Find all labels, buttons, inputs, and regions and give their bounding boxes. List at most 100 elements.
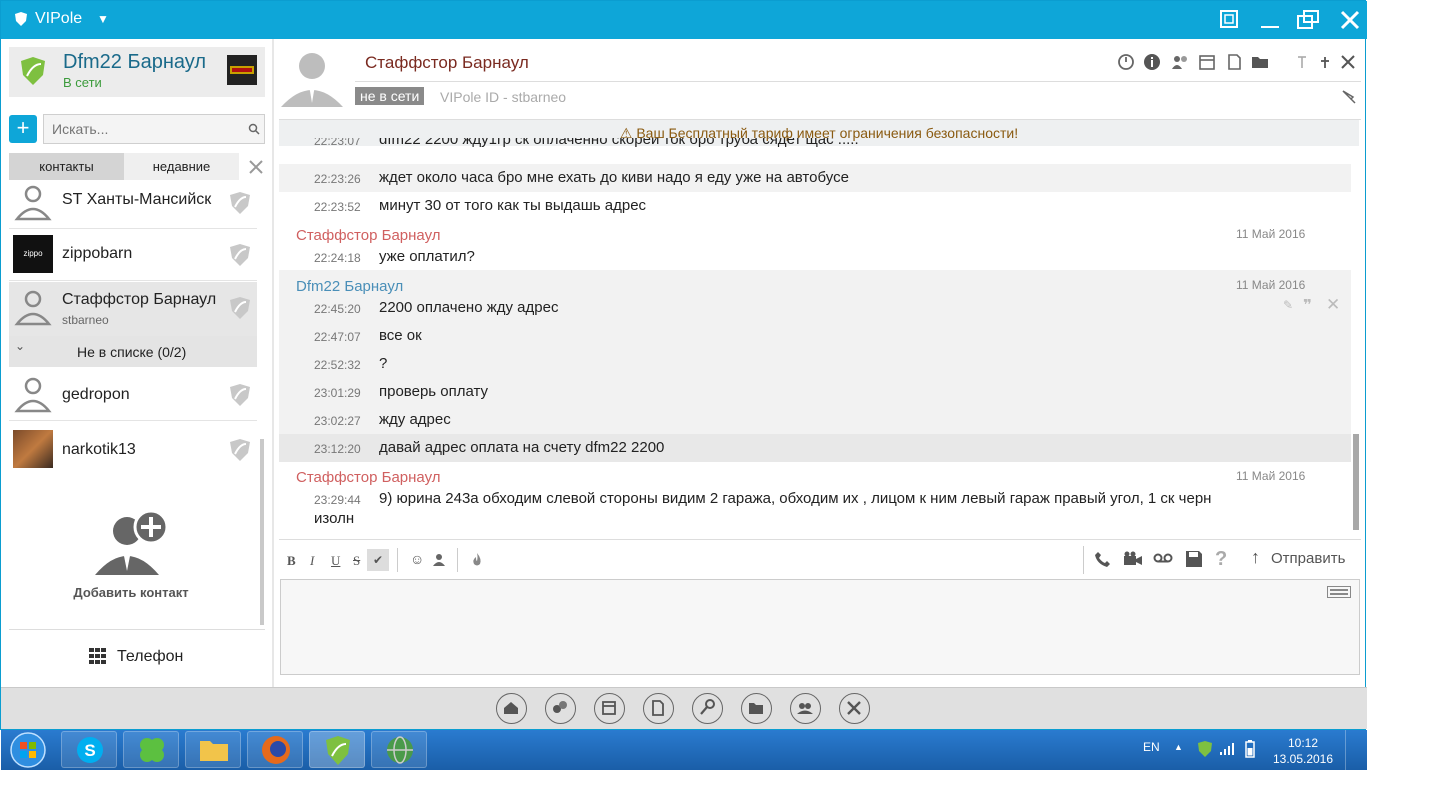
folder-icon[interactable]: [1251, 53, 1269, 71]
note-icon[interactable]: [1225, 53, 1243, 71]
globe-taskbar-icon[interactable]: [371, 731, 427, 768]
network-icon[interactable]: [1219, 742, 1235, 756]
video-call-icon[interactable]: [1123, 550, 1143, 568]
battery-icon[interactable]: [1245, 740, 1255, 758]
message-time: 22:24:18: [314, 251, 361, 265]
message-row: 23:12:20 давай адрес оплата на счету dfm…: [279, 434, 1351, 462]
settings-tools-icon[interactable]: [839, 693, 870, 724]
underline-button[interactable]: U: [331, 553, 340, 569]
app-title: VIPole: [35, 10, 83, 27]
profile-avatar[interactable]: [227, 55, 257, 85]
show-desktop-button[interactable]: [1345, 730, 1367, 770]
contact-item[interactable]: zippo zippobarn: [9, 229, 257, 281]
search-box[interactable]: [43, 114, 265, 144]
contact-item-selected[interactable]: Стаффстор Барнаул stbarneo: [9, 282, 257, 337]
message-text: dfm22 2200 жду1гр ск оплаченно скорей то…: [379, 138, 859, 148]
system-clock[interactable]: 10:12 13.05.2016: [1271, 735, 1335, 767]
message-input[interactable]: [280, 579, 1360, 675]
calendar-icon[interactable]: [1198, 53, 1216, 71]
dialpad-icon: [89, 648, 106, 664]
app-menu-chevron-icon[interactable]: ▼: [97, 12, 109, 26]
phone-label: Телефон: [117, 648, 184, 665]
tab-recent[interactable]: недавние: [124, 153, 239, 180]
keyboard-language[interactable]: EN: [1143, 740, 1160, 754]
contact-item[interactable]: gedropon: [9, 369, 257, 421]
minimize-icon[interactable]: [1257, 7, 1283, 33]
contact-login: stbarneo: [62, 313, 109, 327]
contact-card-icon[interactable]: [432, 553, 446, 567]
explorer-taskbar-icon[interactable]: [185, 731, 241, 768]
contacts-exchange-icon[interactable]: [545, 693, 576, 724]
call-icon[interactable]: [1094, 550, 1112, 568]
tools-icon[interactable]: [247, 158, 265, 176]
message-text: уже оплатил?: [379, 248, 475, 265]
bottom-nav-bar: [1, 687, 1367, 729]
vipole-taskbar-icon[interactable]: [309, 731, 365, 768]
message-row: 23:02:27 жду адрес: [279, 406, 1351, 434]
history-icon[interactable]: [1117, 53, 1135, 71]
vipole-tray-icon[interactable]: [1197, 740, 1213, 758]
strike-button[interactable]: S: [353, 553, 360, 569]
profile-card[interactable]: Dfm22 Барнаул В сети: [9, 47, 265, 97]
smiley-icon[interactable]: ☺: [410, 551, 424, 567]
phone-button[interactable]: Телефон: [9, 629, 265, 677]
bold-button[interactable]: B: [287, 553, 296, 569]
contact-name: zippobarn: [62, 245, 133, 262]
delete-message-icon[interactable]: ✕: [1326, 295, 1340, 315]
shield-icon: [230, 192, 250, 214]
search-input[interactable]: [44, 115, 224, 143]
restore-panel-icon[interactable]: [1217, 7, 1243, 33]
tab-contacts[interactable]: контакты: [9, 153, 124, 180]
spellcheck-icon[interactable]: ✔: [367, 549, 389, 571]
not-in-list-group[interactable]: ⌄ Не в списке (0/2): [9, 337, 257, 367]
home-icon[interactable]: [496, 693, 527, 724]
contacts-scrollbar[interactable]: [260, 439, 264, 625]
voicemail-icon[interactable]: [1153, 552, 1173, 564]
groups-nav-icon[interactable]: [790, 693, 821, 724]
contact-item[interactable]: narkotik13: [9, 424, 257, 476]
message-row: 22:52:32 ?: [279, 350, 1351, 378]
firefox-taskbar-icon[interactable]: [247, 731, 303, 768]
files-nav-icon[interactable]: [741, 693, 772, 724]
clear-history-icon[interactable]: [1339, 87, 1357, 105]
send-button[interactable]: Отправить: [1271, 550, 1345, 567]
add-icon[interactable]: +: [9, 115, 37, 143]
default-avatar-icon: [14, 185, 52, 221]
contacts-share-icon[interactable]: [1171, 53, 1189, 71]
search-icon[interactable]: [248, 123, 260, 135]
key-icon[interactable]: [692, 693, 723, 724]
chevron-down-icon: ⌄: [15, 339, 26, 353]
pin-icon[interactable]: [1293, 53, 1311, 71]
notes-nav-icon[interactable]: [643, 693, 674, 724]
clover-taskbar-icon[interactable]: [123, 731, 179, 768]
send-arrow-icon[interactable]: ↑: [1251, 547, 1260, 568]
message-row: 23:01:29 проверь оплату: [279, 378, 1351, 406]
contact-item[interactable]: ST Ханты-Мансийск: [9, 177, 257, 229]
maximize-icon[interactable]: [1295, 7, 1321, 33]
security-shield-icon: [21, 57, 45, 85]
calendar-nav-icon[interactable]: [594, 693, 625, 724]
message-time: 22:23:52: [314, 200, 361, 214]
contact-name: ST Ханты-Мансийск: [62, 191, 212, 208]
panel-divider[interactable]: [272, 39, 274, 687]
italic-button[interactable]: I: [310, 553, 314, 569]
edit-icon[interactable]: ✎: [1283, 298, 1293, 312]
pin-active-icon[interactable]: [1316, 53, 1334, 71]
quote-icon[interactable]: ❞: [1303, 296, 1312, 314]
help-icon[interactable]: ?: [1215, 548, 1227, 571]
close-chat-icon[interactable]: [1339, 53, 1357, 71]
info-icon[interactable]: [1143, 53, 1161, 71]
close-window-icon[interactable]: [1337, 7, 1363, 33]
chat-header: Стаффстор Барнаул не в сети VIPole ID - …: [279, 39, 1361, 115]
vipole-id: VIPole ID - stbarneo: [440, 89, 567, 105]
message-text: давай адрес оплата на счету dfm22 2200: [379, 439, 665, 456]
keyboard-icon[interactable]: [1327, 586, 1351, 598]
start-button-icon[interactable]: [9, 731, 47, 769]
tray-expand-icon[interactable]: ▲: [1174, 742, 1183, 752]
message-text: все ок: [379, 327, 422, 344]
self-destruct-icon[interactable]: [471, 552, 483, 567]
save-icon[interactable]: [1185, 550, 1203, 568]
messages-scrollbar[interactable]: [1353, 434, 1359, 530]
add-contact-button[interactable]: Добавить контакт: [61, 509, 201, 609]
skype-taskbar-icon[interactable]: S: [61, 731, 117, 768]
